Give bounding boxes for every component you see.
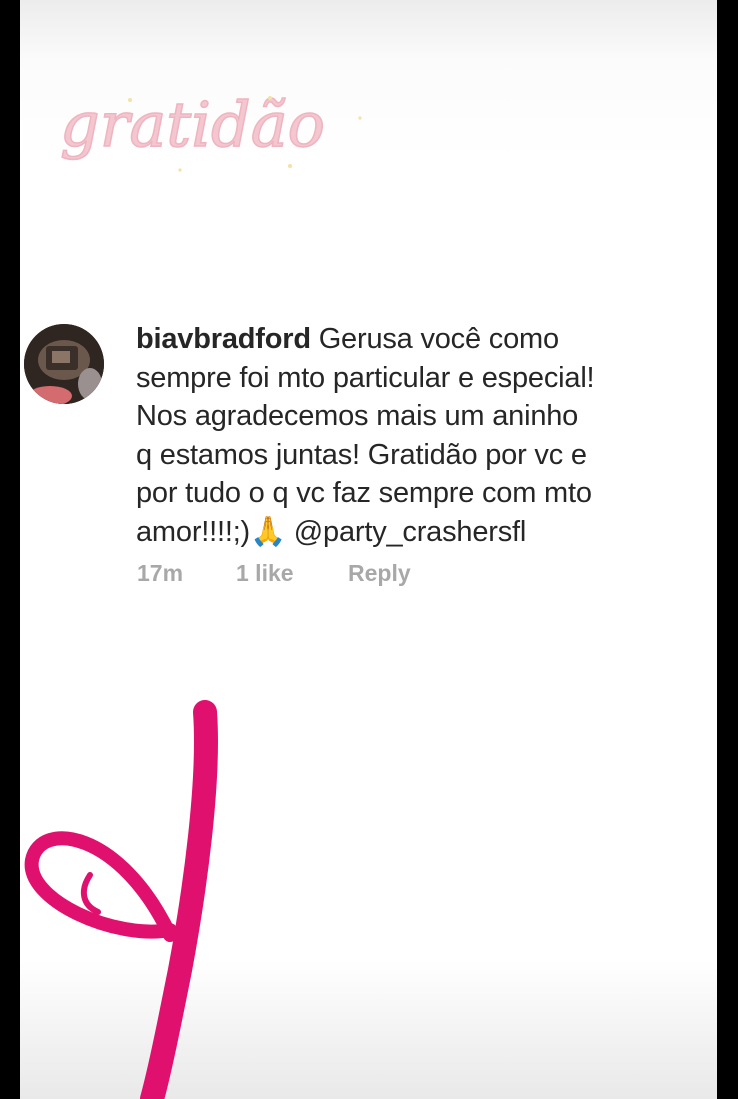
comment-username[interactable]: biavbradford — [136, 323, 311, 355]
comment-line-5: por tudo o q vc faz sempre com mto — [136, 477, 592, 509]
comment-line-4: q estamos juntas! Gratidão por vc e — [136, 438, 587, 471]
pink-swoosh-sticker — [24, 700, 218, 1099]
gratidao-sticker-text: gratidão — [60, 88, 325, 161]
comment-time: 17m — [137, 560, 184, 586]
avatar[interactable] — [24, 324, 104, 404]
comment-line-3: Nos agradecemos mais um aninho — [136, 400, 579, 432]
comment-body: biavbradford Gerusa você como sempre foi… — [136, 320, 681, 551]
gratidao-sticker: gratidão — [60, 78, 380, 178]
comment-likes[interactable]: 1 like — [236, 560, 294, 587]
comment-line-2: sempre foi mto particular e especial! — [136, 361, 595, 394]
reply-button[interactable]: Reply — [348, 560, 411, 587]
story-frame: gratidão biavbradford Gerusa você como s… — [20, 0, 717, 1099]
comment-line-6: amor!!!!;)🙏 @party_crashersfl — [136, 515, 527, 548]
comment-line-1: Gerusa você como — [310, 323, 559, 355]
